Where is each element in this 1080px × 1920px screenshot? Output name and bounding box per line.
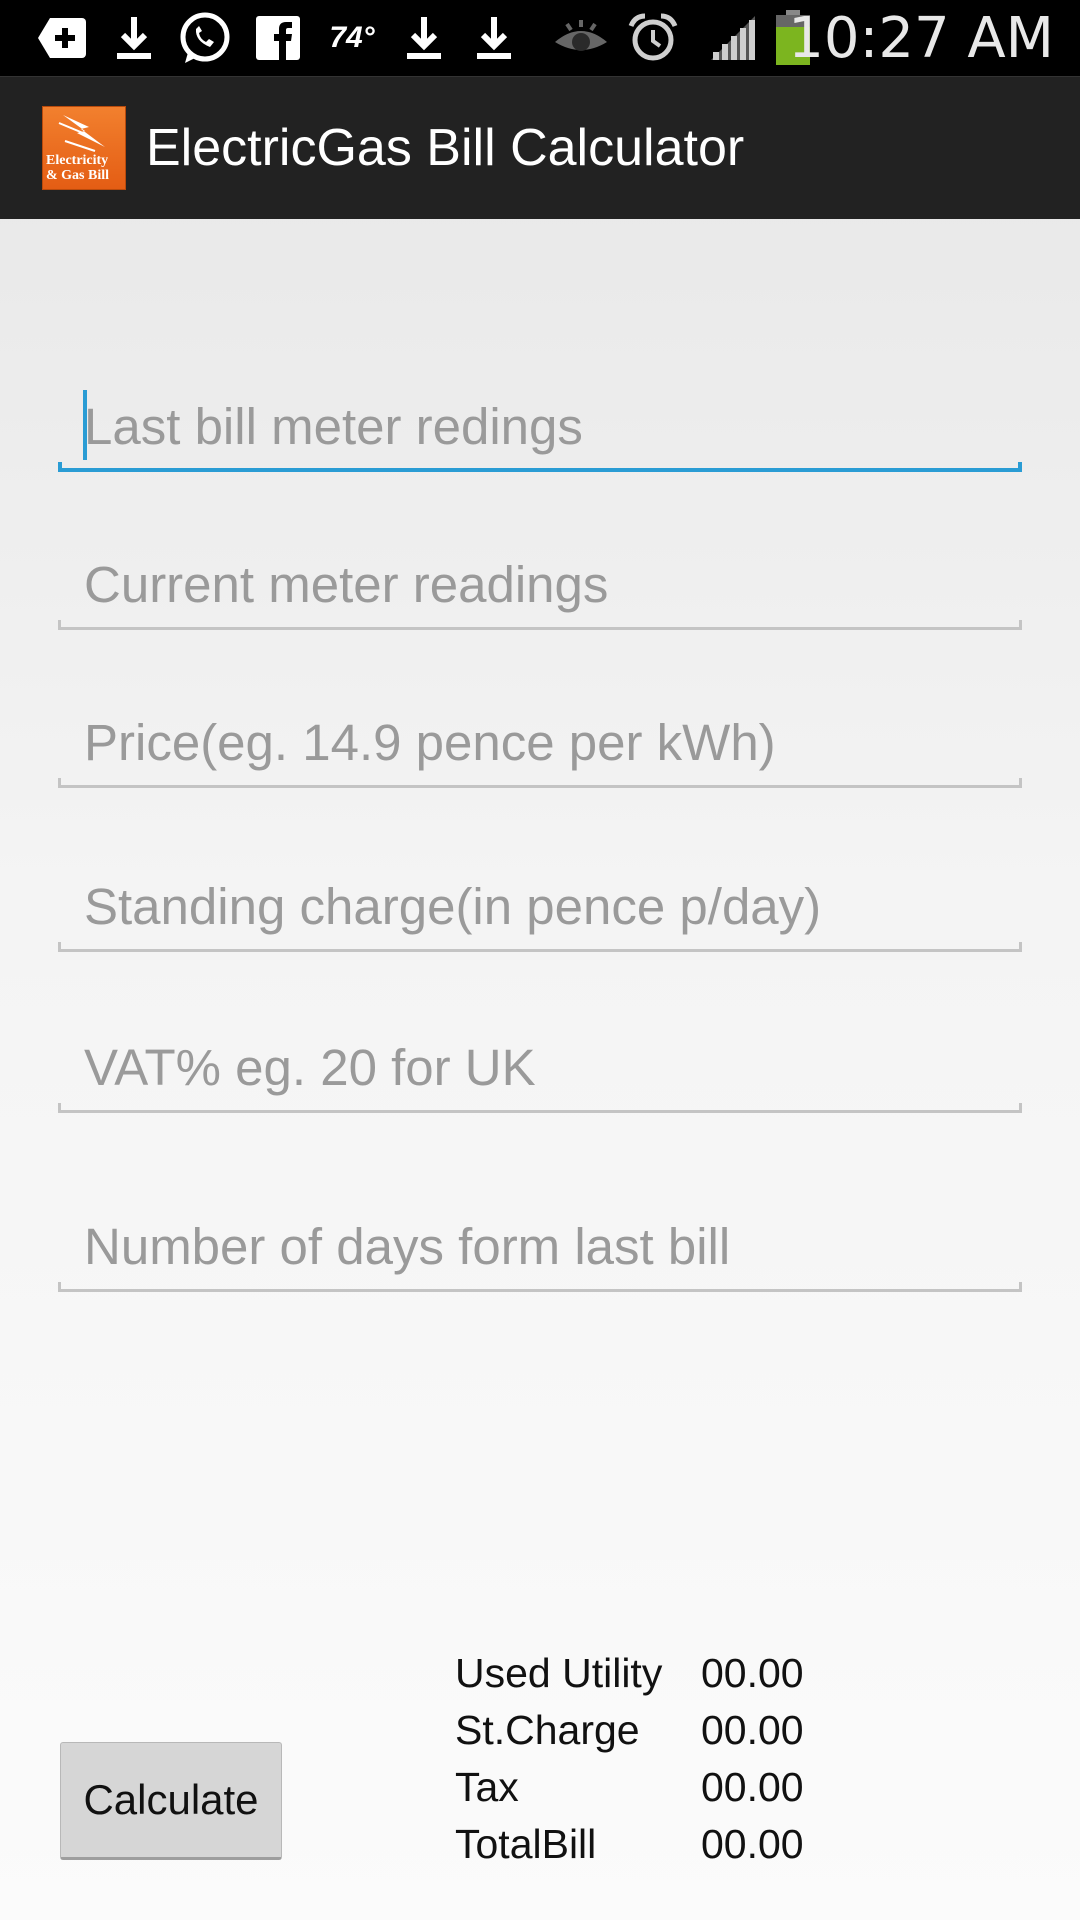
last-bill-reading-placeholder: Last bill meter redings: [84, 398, 583, 455]
action-bar: Electricity & Gas Bill ElectricGas Bill …: [0, 76, 1080, 219]
signal-icon: [708, 10, 758, 66]
download-icon: [402, 10, 446, 66]
price-placeholder: Price(eg. 14.9 pence per kWh): [84, 714, 776, 771]
logo-text: Electricity & Gas Bill: [43, 153, 125, 183]
result-row-used-utility: Used Utility 00.00: [455, 1645, 804, 1702]
field-underline: [58, 778, 1022, 788]
result-row-tax: Tax 00.00: [455, 1759, 804, 1816]
st-charge-label: St.Charge: [455, 1707, 640, 1753]
download-icon: [112, 10, 156, 66]
standing-charge-placeholder: Standing charge(in pence p/day): [84, 878, 822, 935]
logo-text-line2: & Gas Bill: [46, 168, 110, 183]
current-reading-placeholder: Current meter readings: [84, 556, 609, 613]
vat-placeholder: VAT% eg. 20 for UK: [84, 1039, 536, 1096]
clock: 10:27 AM: [788, 6, 1054, 71]
app-logo[interactable]: Electricity & Gas Bill: [42, 106, 126, 190]
download-icon: [472, 10, 516, 66]
used-utility-value: 00.00: [701, 1650, 804, 1696]
status-bar: 74° 10:27 AM: [0, 0, 1080, 76]
field-underline: [58, 462, 1022, 472]
facebook-icon: [254, 10, 302, 66]
total-bill-value: 00.00: [701, 1821, 804, 1867]
standing-charge-field[interactable]: Standing charge(in pence p/day): [58, 872, 1022, 952]
current-reading-field[interactable]: Current meter readings: [58, 550, 1022, 630]
calculate-button[interactable]: Calculate: [60, 1742, 282, 1860]
used-utility-label: Used Utility: [455, 1650, 663, 1696]
app-title: ElectricGas Bill Calculator: [146, 119, 745, 177]
tax-value: 00.00: [701, 1764, 804, 1810]
tax-label: Tax: [455, 1764, 519, 1810]
field-underline: [58, 620, 1022, 630]
last-bill-reading-field[interactable]: Last bill meter redings: [58, 390, 1022, 472]
text-cursor: [83, 390, 87, 460]
logo-text-line1: Electricity: [46, 153, 109, 168]
vat-field[interactable]: VAT% eg. 20 for UK: [58, 1033, 1022, 1113]
total-bill-label: TotalBill: [455, 1821, 597, 1867]
add-box-icon: [34, 10, 90, 66]
eye-icon: [552, 10, 610, 66]
days-placeholder: Number of days form last bill: [84, 1218, 731, 1275]
lightning-bolt-icon: [58, 115, 105, 152]
st-charge-value: 00.00: [701, 1707, 804, 1753]
weather-temp: 74°: [329, 21, 375, 54]
alarm-icon: [626, 10, 680, 66]
result-row-st-charge: St.Charge 00.00: [455, 1702, 804, 1759]
result-row-total-bill: TotalBill 00.00: [455, 1816, 804, 1873]
results-panel: Used Utility 00.00 St.Charge 00.00 Tax 0…: [455, 1645, 804, 1873]
whatsapp-icon: [176, 10, 232, 66]
days-field[interactable]: Number of days form last bill: [58, 1212, 1022, 1292]
field-underline: [58, 942, 1022, 952]
field-underline: [58, 1282, 1022, 1292]
field-underline: [58, 1103, 1022, 1113]
price-field[interactable]: Price(eg. 14.9 pence per kWh): [58, 708, 1022, 788]
